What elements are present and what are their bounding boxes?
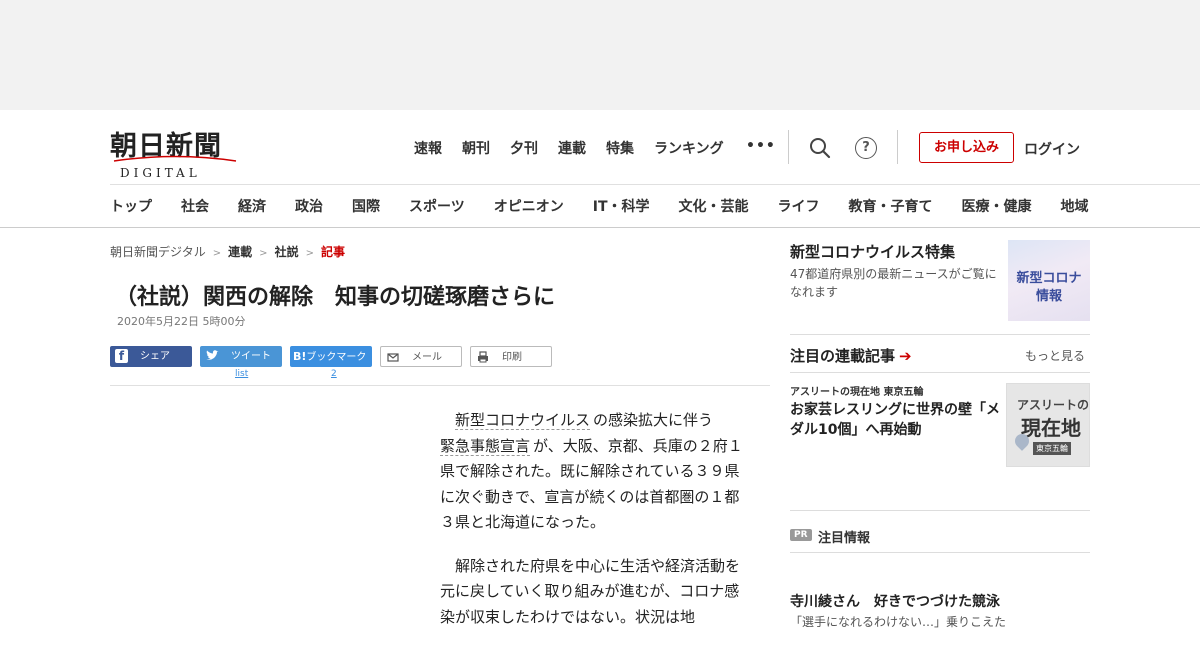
keyword-link-emergency[interactable]: 緊急事態宣言 <box>440 436 531 456</box>
nav-sokuho[interactable]: 速報 <box>414 138 442 158</box>
subscribe-button[interactable]: お申し込み <box>919 132 1014 163</box>
thumb-text: 現在地 <box>1021 416 1081 440</box>
series-tag[interactable]: アスリートの現在地 東京五輪 <box>790 383 923 398</box>
cat-society[interactable]: 社会 <box>181 196 209 216</box>
cat-culture[interactable]: 文化・芸能 <box>679 196 749 216</box>
facebook-share-label: シェア <box>140 351 170 362</box>
series-thumbnail[interactable]: アスリートの 現在地 東京五輪 <box>1006 383 1090 467</box>
breadcrumb-sep: > <box>259 248 268 259</box>
print-button[interactable]: 印刷 <box>470 346 552 367</box>
see-more-link[interactable]: もっと見る <box>1025 347 1085 364</box>
nav-rensai[interactable]: 連載 <box>558 138 586 158</box>
cat-top[interactable]: トップ <box>110 196 152 216</box>
thumb-text: アスリートの <box>1017 398 1090 412</box>
hatena-bookmark-button[interactable]: B!ブックマーク <box>290 346 372 367</box>
category-nav: トップ 社会 経済 政治 国際 スポーツ オピニオン IT・科学 文化・芸能 ラ… <box>110 196 1118 216</box>
article-body: 新型コロナウイルス の感染拡大に伴う 緊急事態宣言 が、大阪、京都、兵庫の２府１県… <box>440 408 750 648</box>
more-menu-icon[interactable]: ••• <box>746 138 776 154</box>
twitter-count[interactable]: list <box>235 369 248 379</box>
print-label: 印刷 <box>502 352 522 363</box>
breadcrumb-sep: > <box>212 248 222 259</box>
divider <box>897 130 898 164</box>
breadcrumb: 朝日新聞デジタル > 連載 > 社説 > 記事 <box>110 243 345 260</box>
article-paragraph: 解除された府県を中心に生活や経済活動を元に戻していく取り組みが進むが、コロナ感染… <box>440 556 741 626</box>
article-title: （社説）関西の解除 知事の切磋琢磨さらに <box>115 285 556 310</box>
pr-badge: PR <box>790 529 812 541</box>
sidebar-divider <box>790 510 1090 511</box>
breadcrumb-current: 記事 <box>320 245 345 259</box>
cat-life[interactable]: ライフ <box>778 196 820 216</box>
article-text: の感染拡大に伴う <box>593 411 714 429</box>
asahi-logo[interactable]: 朝日新聞 DIGITAL <box>110 124 240 180</box>
covid-feature-description: 47都道府県別の最新ニュースがご覧になれます <box>790 267 997 299</box>
mail-icon <box>387 353 399 362</box>
twitter-share-label: ツイート <box>231 351 271 362</box>
article-date: 2020年5月22日 5時00分 <box>117 315 246 328</box>
pr-headline[interactable]: 寺川綾さん 好きでつづけた競泳 <box>790 591 1000 611</box>
covid-feature-thumbnail[interactable]: 新型コロナ 情報 <box>1008 240 1090 321</box>
keyword-link-covid[interactable]: 新型コロナウイルス <box>455 411 591 430</box>
cat-it-science[interactable]: IT・科学 <box>593 196 650 216</box>
mail-share-button[interactable]: メール <box>380 346 462 367</box>
header-divider <box>110 184 1200 185</box>
nav-tokushu[interactable]: 特集 <box>606 138 634 158</box>
series-headline[interactable]: お家芸レスリングに世界の壁「メダル10個」へ再始動 <box>790 400 1002 440</box>
pr-section-label: 注目情報 <box>818 531 871 546</box>
ad-banner-area <box>0 0 1200 110</box>
help-icon[interactable]: ? <box>855 137 877 159</box>
divider <box>788 130 789 164</box>
breadcrumb-shasetsu[interactable]: 社説 <box>275 245 299 259</box>
hatena-count[interactable]: 2 <box>331 369 337 379</box>
cat-international[interactable]: 国際 <box>352 196 380 216</box>
covid-feature-title[interactable]: 新型コロナウイルス特集 <box>790 241 955 262</box>
facebook-share-button[interactable]: f シェア <box>110 346 192 367</box>
cat-sports[interactable]: スポーツ <box>409 196 465 216</box>
featured-series-label: 注目の連載記事 <box>790 347 896 365</box>
sidebar-divider <box>790 334 1090 335</box>
login-link[interactable]: ログイン <box>1024 139 1080 159</box>
site-header: 朝日新聞 DIGITAL 速報 朝刊 夕刊 連載 特集 ランキング ••• ? … <box>0 110 1200 228</box>
facebook-icon: f <box>115 349 128 363</box>
hatena-bookmark-icon: B! <box>293 350 307 363</box>
cat-health[interactable]: 医療・健康 <box>962 196 1032 216</box>
thumb-text: 東京五輪 <box>1033 442 1071 455</box>
covid-thumb-text: 新型コロナ <box>1016 271 1082 286</box>
sidebar-divider <box>790 552 1090 553</box>
header-bottom-border <box>0 227 1200 228</box>
cat-opinion[interactable]: オピニオン <box>494 196 564 216</box>
top-nav: 速報 朝刊 夕刊 連載 特集 ランキング <box>414 138 744 158</box>
cat-politics[interactable]: 政治 <box>295 196 323 216</box>
hatena-bookmark-label: ブックマーク <box>306 352 367 363</box>
featured-series-heading[interactable]: 注目の連載記事 ➔ <box>790 345 912 366</box>
covid-thumb-text: 情報 <box>1035 289 1062 304</box>
breadcrumb-sep: > <box>305 248 314 259</box>
article-divider <box>110 385 770 386</box>
cat-economy[interactable]: 経済 <box>238 196 266 216</box>
pr-subtext[interactable]: 「選手になれるわけない…」乗りこえた <box>790 613 1006 630</box>
logo-digital: DIGITAL <box>120 166 201 180</box>
mail-share-label: メール <box>412 352 442 363</box>
arrow-right-icon: ➔ <box>899 347 912 365</box>
search-icon[interactable] <box>808 136 832 160</box>
cat-education[interactable]: 教育・子育て <box>849 196 933 216</box>
logo-arc-icon <box>113 155 237 162</box>
printer-icon <box>478 351 488 363</box>
nav-yukan[interactable]: 夕刊 <box>510 138 538 158</box>
breadcrumb-rensai[interactable]: 連載 <box>228 245 252 259</box>
twitter-share-button[interactable]: ツイート <box>200 346 282 367</box>
nav-ranking[interactable]: ランキング <box>654 138 724 158</box>
nav-choukan[interactable]: 朝刊 <box>462 138 490 158</box>
cat-region[interactable]: 地域 <box>1061 196 1089 216</box>
sidebar-divider <box>790 372 1090 373</box>
article-paragraph: 新型コロナウイルス の感染拡大に伴う 緊急事態宣言 が、大阪、京都、兵庫の２府１県… <box>440 408 750 536</box>
twitter-icon <box>206 350 219 360</box>
breadcrumb-home[interactable]: 朝日新聞デジタル <box>110 245 206 259</box>
